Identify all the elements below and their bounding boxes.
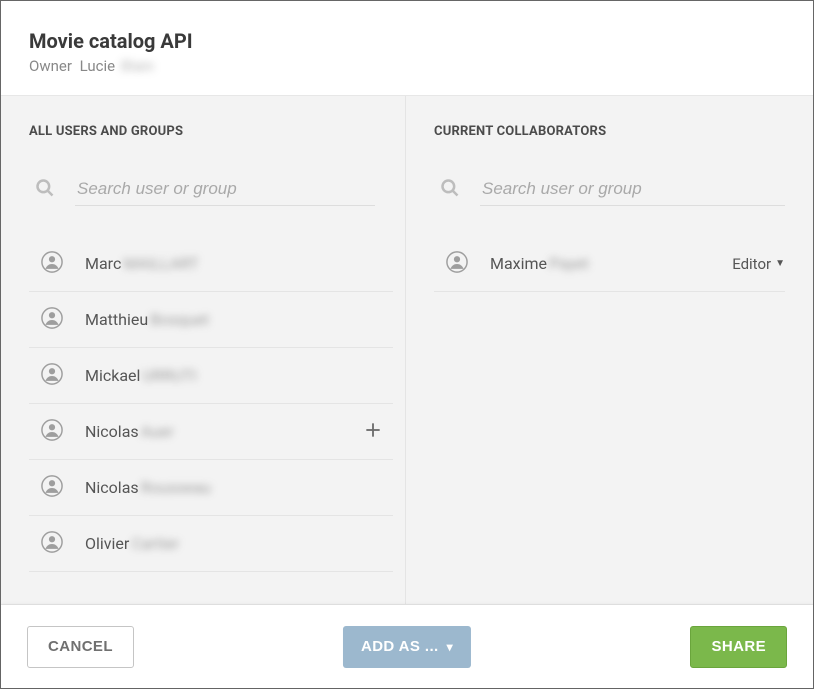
user-last: URRUTI [142,366,196,385]
search-icon [35,178,55,202]
collaborator-first: Maxime [490,254,547,273]
api-title: Movie catalog API [29,29,785,53]
collaborator-list: MaximePayet Editor ▼ [434,236,785,292]
user-first: Marc [85,254,121,273]
collaborator-row: MaximePayet Editor ▼ [434,236,785,292]
collaborators-search-row [434,173,785,216]
user-first: Matthieu [85,310,148,329]
owner-label: Owner [29,57,72,75]
collaborators-search-input[interactable] [480,173,785,206]
all-users-search-input[interactable] [75,173,375,206]
add-user-icon[interactable] [363,420,383,444]
user-row[interactable]: MarcMAILLART [29,236,393,292]
owner-row: Owner Lucie Blain [29,57,785,75]
add-as-button[interactable]: ADD AS ... ▾ [343,626,471,668]
avatar-icon [446,251,468,277]
collaborators-panel: CURRENT COLLABORATORS MaximePayet Editor ▼ [406,96,813,604]
chevron-down-icon: ▼ [775,258,785,269]
user-row[interactable]: NicolasRousseau [29,460,393,516]
owner-name: Lucie Blain [80,57,154,75]
user-last: Cartier [131,534,179,553]
user-name: OlivierCartier [85,534,179,553]
owner-first: Lucie [80,57,115,75]
user-name: NicolasRousseau [85,478,211,497]
user-list[interactable]: MarcMAILLART MatthieuBosquet MickaelURRUTI… [29,236,393,594]
share-button[interactable]: SHARE [690,626,787,668]
user-last: MAILLART [123,254,199,273]
dialog-header: Movie catalog API Owner Lucie Blain [1,1,813,95]
user-last: Bosquet [150,310,209,329]
user-last: Auer [141,422,174,441]
share-dialog: Movie catalog API Owner Lucie Blain ALL … [0,0,814,689]
user-name: MarcMAILLART [85,254,199,273]
user-first: Olivier [85,534,129,553]
user-first: Nicolas [85,478,139,497]
user-row[interactable]: MickaelURRUTI [29,348,393,404]
avatar-icon [41,251,63,277]
dialog-body: ALL USERS AND GROUPS MarcMAILLART Matthie… [1,95,813,605]
all-users-title: ALL USERS AND GROUPS [29,124,405,139]
avatar-icon [41,475,63,501]
user-row[interactable]: OlivierCartier [29,516,393,572]
search-icon [440,178,460,202]
user-first: Nicolas [85,422,139,441]
all-users-panel: ALL USERS AND GROUPS MarcMAILLART Matthie… [1,96,406,604]
user-name: NicolasAuer [85,422,174,441]
user-row[interactable]: MatthieuBosquet [29,292,393,348]
avatar-icon [41,307,63,333]
add-as-label: ADD AS ... [361,638,439,655]
role-select[interactable]: Editor ▼ [732,255,785,273]
owner-last: Blain [121,57,154,75]
role-label: Editor [732,255,771,273]
cancel-button[interactable]: CANCEL [27,626,134,668]
avatar-icon [41,419,63,445]
avatar-icon [41,531,63,557]
user-list-wrapper: MarcMAILLART MatthieuBosquet MickaelURRUTI… [29,236,405,594]
chevron-down-icon: ▾ [447,640,453,654]
collaborator-name: MaximePayet [490,254,589,273]
collaborator-last: Payet [549,254,589,273]
dialog-footer: CANCEL ADD AS ... ▾ SHARE [1,605,813,688]
collaborators-title: CURRENT COLLABORATORS [434,124,785,139]
user-row[interactable]: NicolasAuer [29,404,393,460]
user-last: Rousseau [141,478,211,497]
avatar-icon [41,363,63,389]
user-name: MickaelURRUTI [85,366,197,385]
user-name: MatthieuBosquet [85,310,209,329]
user-first: Mickael [85,366,140,385]
all-users-search-row [29,173,405,216]
